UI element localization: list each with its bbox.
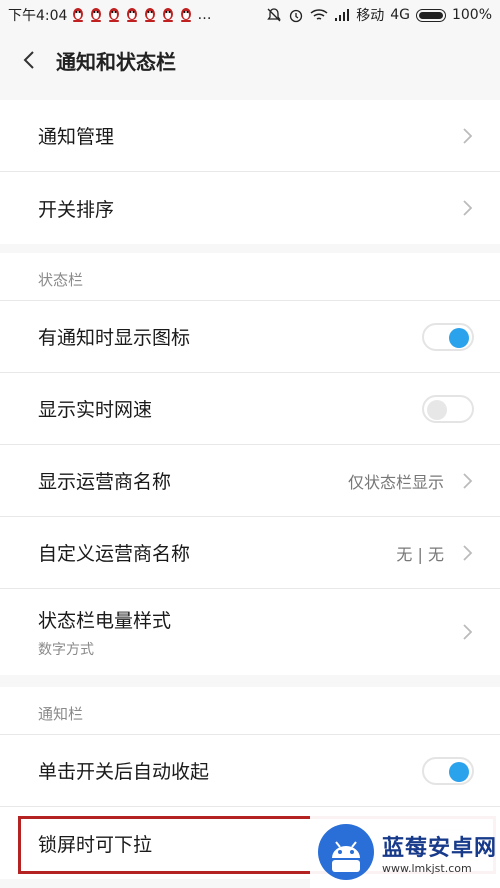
watermark: 蓝莓安卓网 www.lmkjst.com [310, 816, 500, 888]
section-general: 通知管理 开关排序 [0, 100, 500, 244]
qq-icon [73, 8, 84, 22]
qq-icon [163, 8, 174, 22]
chevron-right-icon [463, 544, 473, 561]
status-time: 下午4:04 [8, 8, 68, 24]
battery-percent: 100% [451, 7, 492, 23]
row-label: 状态栏电量样式 [38, 609, 172, 632]
qq-icon [127, 8, 138, 22]
chevron-right-icon [463, 624, 473, 640]
page-title: 通知和状态栏 [56, 49, 176, 74]
toggle-switch[interactable] [422, 756, 474, 785]
show-network-speed-item[interactable]: 显示实时网速 [0, 373, 500, 445]
row-value: 无 | 无 [396, 544, 444, 564]
row-label: 显示实时网速 [38, 399, 153, 421]
row-label: 显示运营商名称 [38, 471, 172, 493]
network-type: 4G [390, 7, 410, 23]
chevron-right-icon [463, 127, 473, 144]
row-label: 自定义运营商名称 [38, 543, 191, 565]
chevron-right-icon [463, 200, 473, 216]
chevron-left-icon[interactable] [18, 48, 42, 72]
carrier-name: 移动 [356, 8, 385, 24]
battery-icon [415, 8, 446, 22]
qq-icon [91, 8, 102, 22]
toggle-switch[interactable] [422, 394, 474, 423]
header: 通知和状态栏 [0, 30, 500, 90]
auto-collapse-item[interactable]: 单击开关后自动收起 [0, 735, 500, 807]
toggle-order-item[interactable]: 开关排序 [0, 172, 500, 244]
custom-carrier-name-item[interactable]: 自定义运营商名称 无 | 无 [0, 517, 500, 589]
qq-icon [109, 8, 120, 22]
qq-icon [145, 8, 156, 22]
wifi-icon [310, 9, 328, 20]
section-statusbar: 状态栏 有通知时显示图标 显示实时网速 显示运营商名称 仅状态栏显示 自定义运营… [0, 253, 500, 675]
watermark-url: www.lmkjst.com [382, 861, 472, 875]
alarm-icon [290, 9, 303, 23]
notification-management-item[interactable]: 通知管理 [0, 100, 500, 172]
row-label: 开关排序 [38, 198, 115, 221]
show-notification-icons-item[interactable]: 有通知时显示图标 [0, 301, 500, 373]
section-heading: 通知栏 [0, 687, 500, 735]
signal-icon [335, 9, 350, 21]
status-bar: 下午4:04 … 移动 4G 100% [0, 0, 500, 30]
qq-icon [181, 8, 192, 22]
android-logo-icon [318, 824, 374, 880]
row-label: 有通知时显示图标 [38, 327, 191, 349]
show-carrier-name-item[interactable]: 显示运营商名称 仅状态栏显示 [0, 445, 500, 517]
battery-style-item[interactable]: 状态栏电量样式 数字方式 [0, 589, 500, 675]
section-heading: 状态栏 [0, 253, 500, 301]
row-label: 通知管理 [38, 126, 115, 148]
toggle-switch[interactable] [422, 322, 474, 351]
bell-muted-icon [267, 8, 282, 22]
watermark-title: 蓝莓安卓网 [382, 835, 498, 861]
chevron-right-icon [463, 472, 473, 489]
row-label: 单击开关后自动收起 [38, 761, 210, 783]
more-dots: … [197, 7, 212, 23]
row-sublabel: 数字方式 [38, 641, 94, 658]
row-value: 仅状态栏显示 [347, 472, 444, 492]
